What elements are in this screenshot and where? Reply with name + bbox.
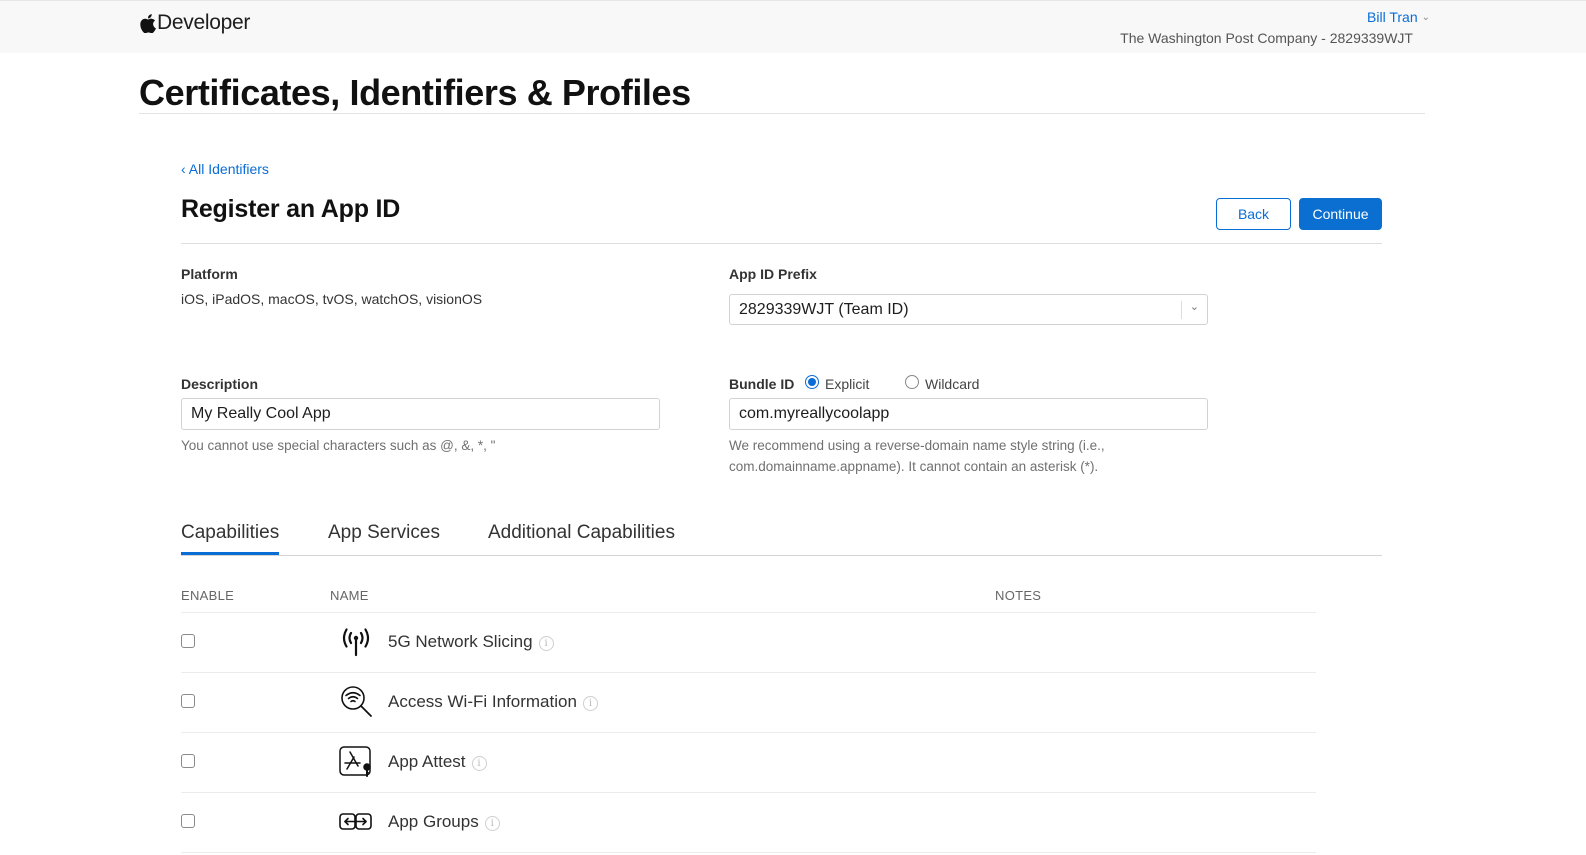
platform-value: iOS, iPadOS, macOS, tvOS, watchOS, visio… <box>181 291 483 307</box>
column-header-name: NAME <box>330 588 369 603</box>
capability-name: Access Wi-Fi Information i <box>388 692 598 712</box>
capability-name-text: Access Wi-Fi Information <box>388 692 577 711</box>
tab-additional-capabilities[interactable]: Additional Capabilities <box>488 522 675 552</box>
explicit-radio-label[interactable]: Explicit <box>825 376 869 392</box>
capability-name: 5G Network Slicing i <box>388 632 554 652</box>
capability-name-text: App Attest <box>388 752 466 771</box>
enable-checkbox[interactable] <box>181 694 195 708</box>
description-label: Description <box>181 376 259 392</box>
table-row: 5G Network Slicing i <box>181 613 1316 673</box>
app-id-prefix-value: 2829339WJT (Team ID) <box>739 301 909 318</box>
top-bar: Developer Bill Tran ⌄ The Washington Pos… <box>0 0 1586 53</box>
description-input[interactable] <box>181 398 660 430</box>
capability-name-text: 5G Network Slicing <box>388 632 533 651</box>
description-helper: You cannot use special characters such a… <box>181 438 496 453</box>
column-header-notes: NOTES <box>995 588 1042 603</box>
table-row: App Attest i <box>181 733 1316 793</box>
column-header-enable: ENABLE <box>181 588 235 603</box>
capability-name: App Attest i <box>388 752 487 772</box>
app-id-prefix-select[interactable]: 2829339WJT (Team ID) ⌄ <box>729 294 1208 325</box>
capability-name: App Groups i <box>388 812 500 832</box>
section-title: Register an App ID <box>181 195 401 223</box>
wildcard-radio[interactable] <box>905 375 919 389</box>
back-button[interactable]: Back <box>1216 198 1291 230</box>
chevron-down-icon: ⌄ <box>1421 11 1430 23</box>
platform-label: Platform <box>181 266 238 282</box>
explicit-radio[interactable] <box>805 375 819 389</box>
section-divider <box>181 243 1382 244</box>
developer-logo[interactable]: Developer <box>140 11 250 35</box>
bundle-id-label: Bundle ID <box>729 376 795 392</box>
account-menu[interactable]: Bill Tran ⌄ <box>1367 9 1430 25</box>
app-store-key-icon <box>338 745 374 779</box>
tab-capabilities[interactable]: Capabilities <box>181 522 280 555</box>
all-identifiers-link[interactable]: ‹ All Identifiers <box>181 161 269 177</box>
bundle-id-input[interactable] <box>729 398 1208 430</box>
info-icon[interactable]: i <box>484 816 500 831</box>
brand-label: Developer <box>157 11 251 34</box>
wildcard-radio-label[interactable]: Wildcard <box>925 376 979 392</box>
info-icon[interactable]: i <box>582 696 598 711</box>
tab-app-services[interactable]: App Services <box>328 522 440 552</box>
user-name: Bill Tran <box>1367 9 1418 25</box>
enable-checkbox[interactable] <box>181 754 195 768</box>
continue-button[interactable]: Continue <box>1299 198 1382 230</box>
select-divider <box>1181 301 1182 319</box>
apple-logo-icon <box>140 13 156 33</box>
bundle-id-helper: We recommend using a reverse-domain name… <box>729 435 1105 477</box>
chevron-down-icon: ⌄ <box>1189 301 1199 313</box>
capability-name-text: App Groups <box>388 812 479 831</box>
bundle-id-helper-line-2: com.domainname.appname). It cannot conta… <box>729 459 1099 474</box>
table-row: Access Wi-Fi Information i <box>181 673 1316 733</box>
page-title: Certificates, Identifiers & Profiles <box>139 72 691 113</box>
info-icon[interactable]: i <box>538 636 554 651</box>
tabs-divider <box>181 555 1382 556</box>
info-icon[interactable]: i <box>471 756 487 771</box>
antenna-icon <box>338 625 374 659</box>
app-groups-icon <box>338 805 374 839</box>
bundle-id-helper-line-1: We recommend using a reverse-domain name… <box>729 438 1105 453</box>
team-name: The Washington Post Company - 2829339WJT <box>1120 30 1413 46</box>
enable-checkbox[interactable] <box>181 814 195 828</box>
title-divider <box>139 113 1425 114</box>
table-row: App Groups i <box>181 793 1316 853</box>
wifi-search-icon <box>338 685 374 719</box>
app-id-prefix-label: App ID Prefix <box>729 266 817 282</box>
enable-checkbox[interactable] <box>181 634 195 648</box>
